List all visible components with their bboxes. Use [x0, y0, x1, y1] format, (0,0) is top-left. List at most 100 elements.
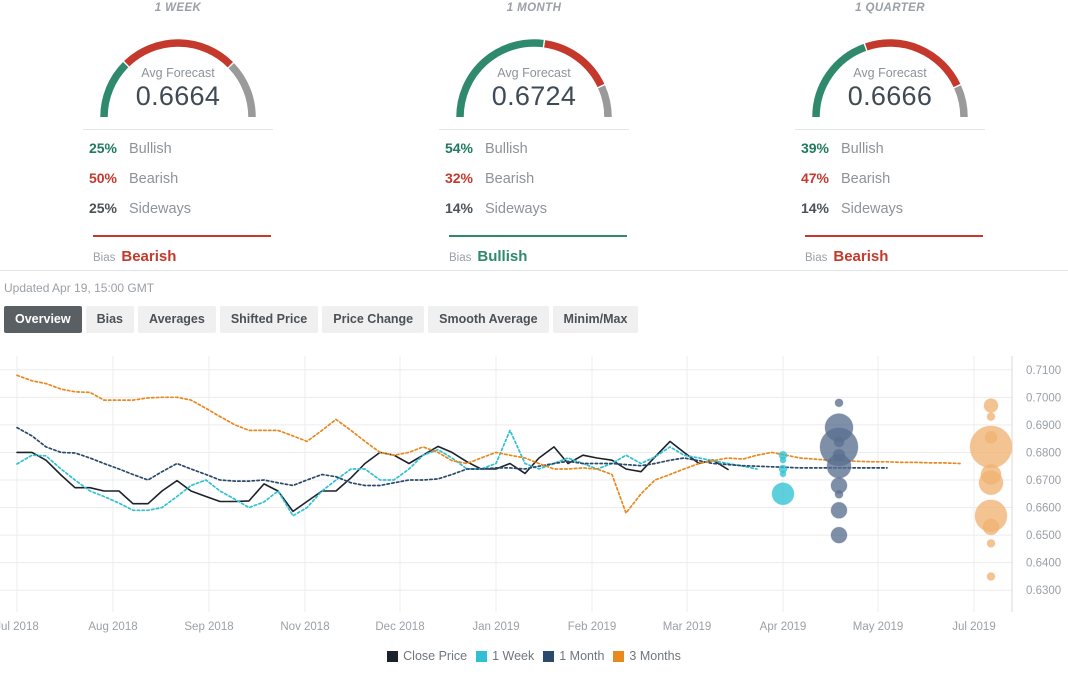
x-axis-tick-label: Dec 2018: [375, 621, 424, 633]
forecast-bubble[interactable]: [987, 539, 995, 547]
forecast-bubble[interactable]: [831, 502, 847, 518]
bias-row: Bias Bearish: [805, 248, 985, 265]
tab-bias[interactable]: Bias: [86, 306, 134, 333]
x-axis-tick-label: Feb 2019: [568, 621, 617, 633]
sentiment-row-bearish: 32%Bearish: [439, 170, 629, 200]
forecast-bubble[interactable]: [772, 483, 794, 505]
x-axis-tick-label: Mar 2019: [663, 621, 712, 633]
bullish-label: Bullish: [129, 141, 172, 157]
bullish-percent: 25%: [83, 140, 129, 156]
bias-label: Bias: [805, 252, 827, 264]
bias-value: Bullish: [477, 248, 527, 265]
legend-swatch-icon: [476, 651, 487, 662]
y-axis-tick-label: 0.6900: [1026, 420, 1061, 432]
legend-label: Close Price: [403, 649, 467, 663]
bias-value: Bearish: [121, 248, 176, 265]
forecast-bubble[interactable]: [827, 454, 851, 478]
sentiment-row-sideways: 14%Sideways: [439, 200, 629, 230]
y-axis-tick-label: 0.6500: [1026, 530, 1061, 542]
y-axis-tick-label: 0.7100: [1026, 365, 1061, 377]
forecast-panel: 1 WEEK Avg Forecast0.666425%Bullish50%Bea…: [0, 0, 356, 270]
legend-item[interactable]: 3 Months: [613, 649, 680, 663]
chart-canvas: 0.7100 0.7000 0.6900 0.6800 0.6700 0.6600 0.65…: [0, 348, 1068, 646]
sentiment-stats: 39%Bullish47%Bearish14%SidewaysBiasBeari…: [795, 129, 985, 265]
sentiment-row-bearish: 47%Bearish: [795, 170, 985, 200]
tab-averages[interactable]: Averages: [138, 306, 216, 333]
sideways-percent: 25%: [83, 200, 129, 216]
x-axis-tick-label: Jul 2019: [952, 621, 995, 633]
bias-row: BiasBearish: [93, 248, 273, 265]
forecast-bubble[interactable]: [983, 519, 999, 535]
forecast-panel: 1 MONTH Avg Forecast0.6724 54%Bullish32%Be…: [356, 0, 712, 270]
tab-minim-max[interactable]: Minim/Max: [553, 306, 639, 333]
bias-label: Bias: [449, 252, 471, 264]
legend-item[interactable]: 1 Week: [476, 649, 534, 663]
y-axis-tick-label: 0.7000: [1026, 392, 1061, 404]
forecast-gauge: Avg Forecast0.6724: [443, 16, 625, 120]
forecast-chart: 0.7100 0.7000 0.6900 0.6800 0.6700 0.6600 0.65…: [0, 348, 1068, 646]
chart-legend: Close Price 1 Week 1 Month 3 Months: [0, 647, 1068, 665]
bearish-label: Bearish: [129, 171, 178, 187]
forecast-bubble[interactable]: [835, 490, 843, 498]
y-axis-tick-label: 0.6600: [1026, 503, 1061, 515]
legend-swatch-icon: [387, 651, 398, 662]
legend-label: 3 Months: [629, 649, 680, 663]
forecast-panel: 1 QUARTERAvg Forecast0.666639%Bullish47%…: [712, 0, 1068, 270]
forecast-bubble[interactable]: [835, 399, 843, 407]
forecast-bubble[interactable]: [831, 527, 847, 543]
sideways-label: Sideways: [129, 201, 191, 217]
forecast-bubble[interactable]: [987, 572, 995, 580]
bias-value: Bearish: [833, 248, 888, 265]
panel-title: 1 WEEK: [155, 2, 202, 14]
legend-swatch-icon: [613, 651, 624, 662]
sentiment-row-sideways: 14%Sideways: [795, 200, 985, 230]
sideways-percent: 14%: [439, 200, 485, 216]
legend-item[interactable]: 1 Month: [543, 649, 604, 663]
y-axis-tick-label: 0.6700: [1026, 475, 1061, 487]
bearish-percent: 32%: [439, 170, 485, 186]
sideways-label: Sideways: [485, 201, 547, 217]
y-axis-tick-label: 0.6300: [1026, 585, 1061, 597]
bias-divider: [449, 235, 627, 237]
x-axis-tick-label: Jan 2019: [472, 621, 519, 633]
forecast-bubble[interactable]: [984, 399, 998, 413]
forecast-bubble[interactable]: [985, 431, 997, 443]
sentiment-stats: 25%Bullish50%Bearish25%SidewaysBiasBeari…: [83, 129, 273, 265]
bearish-label: Bearish: [485, 171, 534, 187]
forecast-bubble[interactable]: [834, 437, 844, 447]
sideways-percent: 14%: [795, 200, 841, 216]
bearish-label: Bearish: [841, 171, 890, 187]
forecast-panels: 1 WEEK Avg Forecast0.666425%Bullish50%Bea…: [0, 0, 1068, 270]
legend-label: 1 Month: [559, 649, 604, 663]
tab-price-change[interactable]: Price Change: [322, 306, 424, 333]
forecast-bubble[interactable]: [780, 457, 786, 463]
forecast-bubble[interactable]: [979, 471, 1003, 495]
bullish-label: Bullish: [485, 141, 528, 157]
series-line: [17, 428, 887, 486]
y-axis-tick-label: 0.6800: [1026, 447, 1061, 459]
chart-tab-bar: OverviewBiasAveragesShifted PricePrice C…: [0, 304, 1068, 342]
forecast-gauge: Avg Forecast0.6664: [87, 16, 269, 120]
panel-title: 1 QUARTER: [855, 2, 925, 14]
tab-shifted-price[interactable]: Shifted Price: [220, 306, 318, 333]
series-line: [17, 375, 960, 513]
sentiment-stats: 54%Bullish32%Bearish14%SidewaysBiasBulli…: [439, 129, 629, 265]
panel-title: 1 MONTH: [507, 2, 562, 14]
bullish-label: Bullish: [841, 141, 884, 157]
tab-smooth-average[interactable]: Smooth Average: [428, 306, 548, 333]
sentiment-row-bullish: 54%Bullish: [439, 140, 629, 170]
bias-divider: [93, 235, 271, 237]
y-axis-tick-label: 0.6400: [1026, 558, 1061, 570]
legend-label: 1 Week: [492, 649, 534, 663]
forecast-bubble[interactable]: [780, 471, 786, 477]
updated-strip: Updated Apr 19, 15:00 GMT: [0, 270, 1068, 304]
forecast-bubble[interactable]: [987, 413, 995, 421]
x-axis-tick-label: Aug 2018: [88, 621, 137, 633]
legend-item[interactable]: Close Price: [387, 649, 467, 663]
x-axis-tick-label: Apr 2019: [760, 621, 807, 633]
sideways-label: Sideways: [841, 201, 903, 217]
sentiment-row-bullish: 25%Bullish: [83, 140, 273, 170]
bias-row: Bias Bullish: [449, 248, 629, 265]
tab-overview[interactable]: Overview: [4, 306, 82, 333]
x-axis-tick-label: May 2019: [853, 621, 904, 633]
